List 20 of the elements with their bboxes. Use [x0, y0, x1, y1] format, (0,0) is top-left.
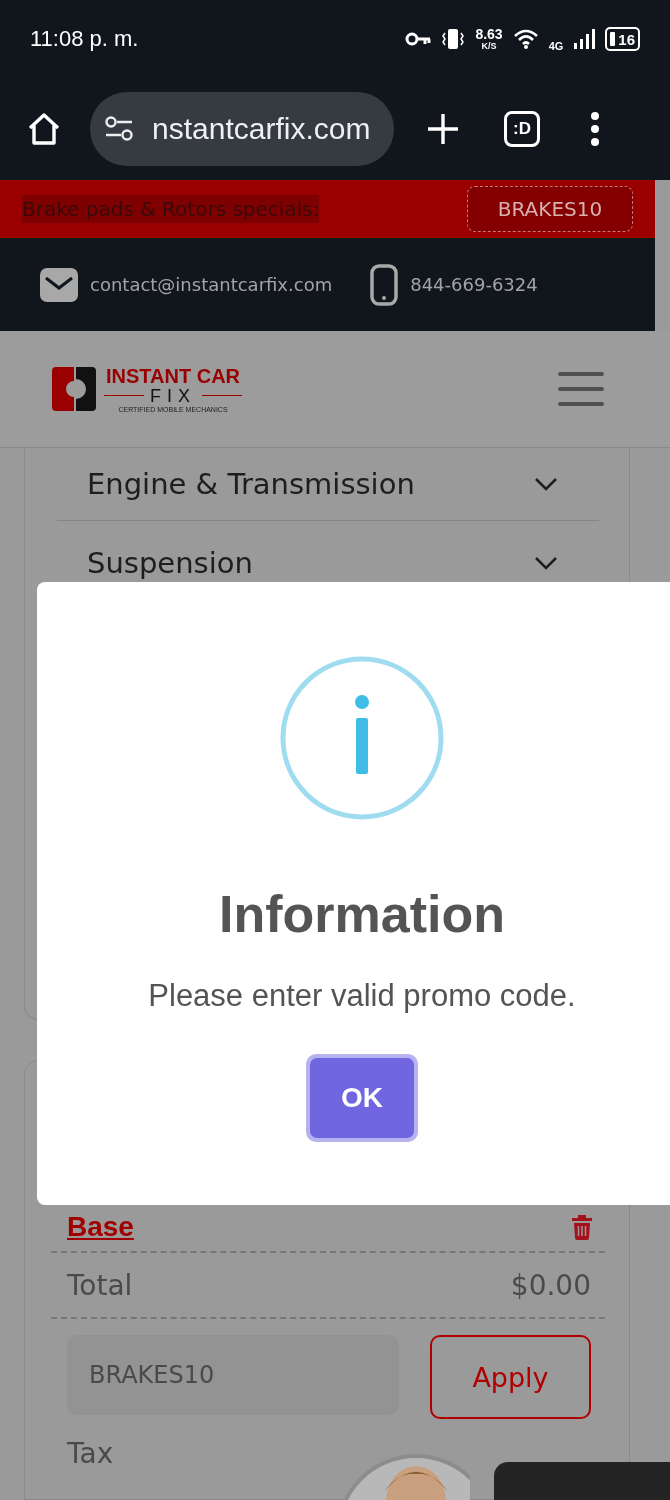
- dialog-title: Information: [219, 884, 505, 944]
- service-link[interactable]: Base: [67, 1211, 134, 1243]
- network-speed: 8.63 K/S: [475, 27, 503, 51]
- tab-switcher-button[interactable]: :D: [504, 111, 540, 147]
- dialog-message: Please enter valid promo code.: [148, 978, 576, 1014]
- service-category[interactable]: Suspension: [87, 546, 253, 580]
- phone-link[interactable]: 844-669-6324: [410, 274, 538, 295]
- address-bar[interactable]: nstantcarfix.com: [90, 92, 394, 166]
- ok-button[interactable]: OK: [310, 1058, 414, 1138]
- battery-indicator: 16: [605, 27, 640, 51]
- tax-label: Tax: [66, 1436, 115, 1470]
- network-type: 4G: [548, 40, 564, 52]
- total-amount: $0.00: [510, 1268, 591, 1302]
- total-label: Total: [67, 1268, 133, 1302]
- service-category[interactable]: Engine & Transmission: [87, 467, 415, 501]
- email-link[interactable]: contact@instantcarfix.com: [90, 274, 333, 295]
- promo-code-badge[interactable]: BRAKES10: [467, 186, 633, 232]
- clock: 11:08 p. m.: [30, 26, 139, 52]
- promo-text: Brake pads & Rotors specials:: [22, 195, 320, 223]
- url-text: nstantcarfix.com: [152, 112, 371, 146]
